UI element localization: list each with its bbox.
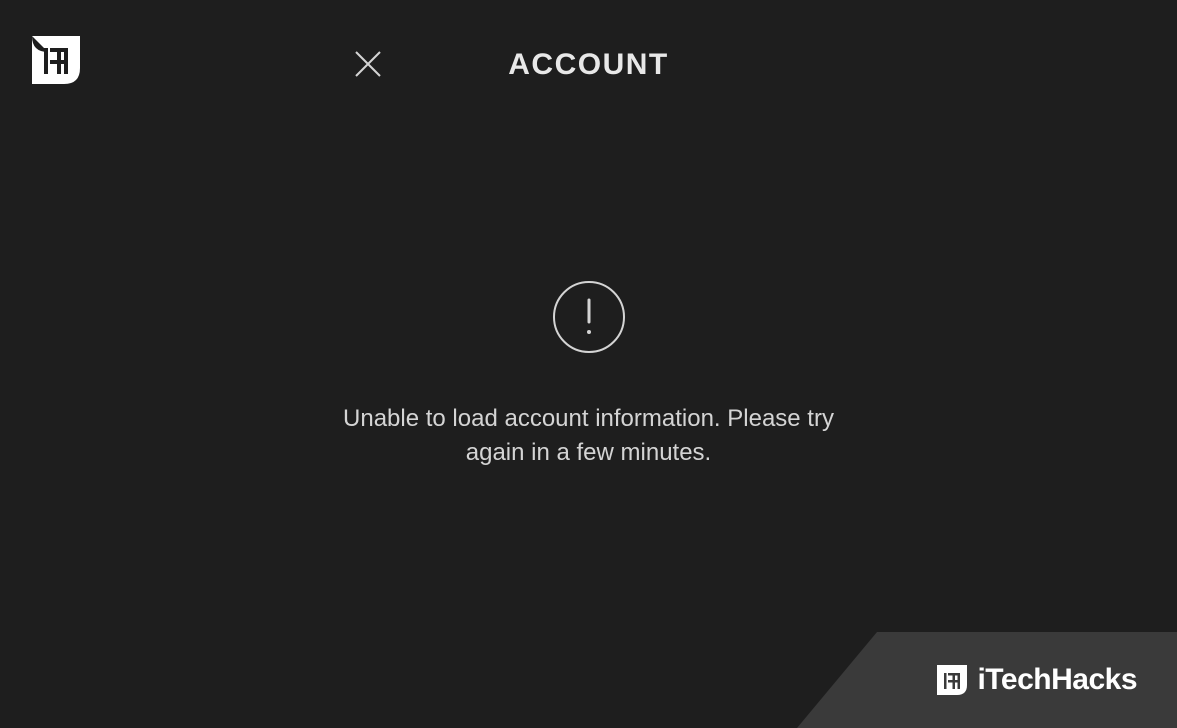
error-content: Unable to load account information. Plea… bbox=[0, 280, 1177, 469]
alert-icon bbox=[552, 280, 626, 354]
watermark-content: iTechHacks bbox=[933, 661, 1137, 699]
watermark-ribbon: iTechHacks bbox=[797, 632, 1177, 728]
page-title: ACCOUNT bbox=[0, 48, 1177, 82]
watermark-text: iTechHacks bbox=[977, 663, 1137, 697]
watermark-logo-icon bbox=[933, 661, 971, 699]
error-message: Unable to load account information. Plea… bbox=[339, 402, 839, 469]
